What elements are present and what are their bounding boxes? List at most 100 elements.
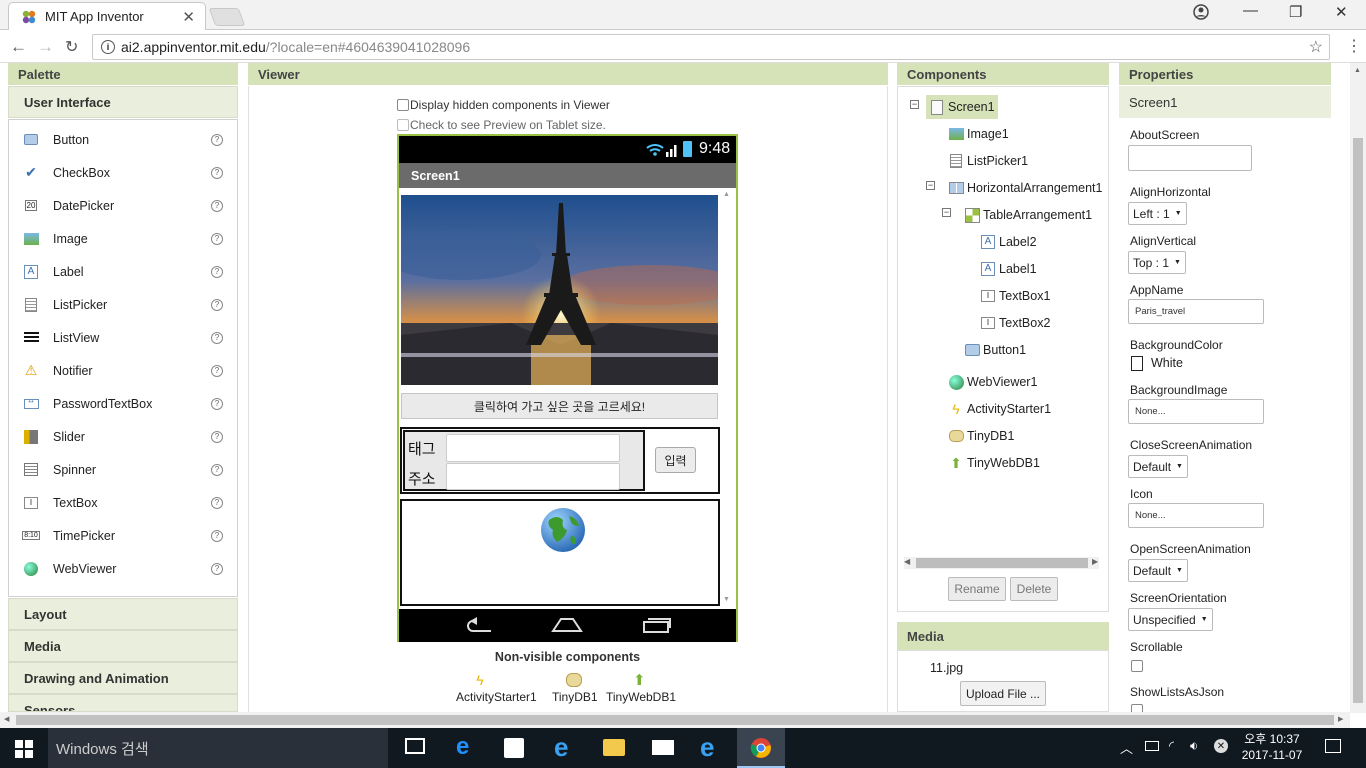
- components-scroll-thumb[interactable]: [916, 558, 1088, 568]
- palette-item-notifier[interactable]: ⚠ Notifier?: [9, 354, 237, 387]
- help-icon[interactable]: ?: [211, 133, 223, 146]
- prop-orientation-select[interactable]: Unspecified ▼: [1128, 608, 1213, 631]
- scroll-right-icon[interactable]: ▶: [1092, 557, 1098, 566]
- tablet-preview-checkbox[interactable]: [397, 119, 409, 131]
- tree-item-textbox1[interactable]: I TextBox1: [980, 286, 1050, 306]
- collapse-screen1[interactable]: −: [910, 100, 919, 109]
- collapse-horizontal[interactable]: −: [926, 181, 935, 190]
- restore-icon[interactable]: ❐: [1289, 3, 1302, 21]
- notification-x-icon[interactable]: ✕: [1214, 739, 1228, 753]
- palette-item-button[interactable]: Button?: [9, 123, 237, 156]
- tag-textbox[interactable]: [446, 434, 620, 462]
- address-bar[interactable]: i ai2.appinventor.mit.edu /?locale=en#46…: [92, 34, 1330, 60]
- help-icon[interactable]: ?: [211, 232, 223, 245]
- tree-item-webviewer1[interactable]: WebViewer1: [948, 372, 1037, 392]
- components-scrollbar[interactable]: ◀ ▶: [904, 557, 1099, 569]
- prop-alignv-select[interactable]: Top : 1 ▼: [1128, 251, 1186, 274]
- volume-icon[interactable]: 🔉︎: [1190, 738, 1198, 754]
- tree-item-horizontalarrangement1[interactable]: HorizontalArrangement1: [948, 178, 1103, 198]
- close-window-icon[interactable]: ✕: [1335, 3, 1348, 21]
- forward-arrow-icon[interactable]: →: [37, 37, 54, 57]
- close-tab-icon[interactable]: ✕: [182, 8, 195, 26]
- listpicker-button[interactable]: 클릭하여 가고 싶은 곳을 고르세요!: [401, 393, 718, 419]
- input-button[interactable]: 입력: [655, 447, 696, 473]
- chrome-taskbar-button[interactable]: [737, 728, 785, 768]
- prop-bgcolor-swatch[interactable]: [1131, 356, 1143, 371]
- help-icon[interactable]: ?: [211, 463, 223, 476]
- palette-item-slider[interactable]: Slider?: [9, 420, 237, 453]
- nonvisible-activitystarter[interactable]: ActivityStarter1: [456, 690, 537, 704]
- prop-bgimage-input[interactable]: None...: [1128, 399, 1264, 424]
- store-icon[interactable]: [504, 738, 524, 758]
- prop-alignh-select[interactable]: Left : 1 ▼: [1128, 202, 1187, 225]
- palette-item-spinner[interactable]: Spinner?: [9, 453, 237, 486]
- eiffel-tower-image[interactable]: [401, 195, 718, 385]
- palette-item-listview[interactable]: ListView?: [9, 321, 237, 354]
- help-icon[interactable]: ?: [211, 496, 223, 509]
- nonvisible-tinywebdb[interactable]: TinyWebDB1: [606, 690, 676, 704]
- phone-scroll-down-icon[interactable]: ▼: [723, 596, 730, 603]
- taskbar-clock[interactable]: 오후 10:37 2017-11-07: [1238, 731, 1306, 763]
- new-tab-button[interactable]: [208, 8, 246, 26]
- upload-file-button[interactable]: Upload File ...: [960, 681, 1046, 706]
- palette-item-webviewer[interactable]: WebViewer?: [9, 552, 237, 585]
- delete-button[interactable]: Delete: [1010, 577, 1058, 601]
- prop-openanim-select[interactable]: Default ▼: [1128, 559, 1188, 582]
- prop-scrollable-checkbox[interactable]: [1131, 660, 1143, 672]
- page-scroll-left-icon[interactable]: ◀: [4, 715, 9, 723]
- help-icon[interactable]: ?: [211, 199, 223, 212]
- palette-item-checkbox[interactable]: ✔ CheckBox?: [9, 156, 237, 189]
- tree-item-tablearrangement1[interactable]: TableArrangement1: [964, 205, 1092, 225]
- tree-item-activitystarter1[interactable]: ϟ ActivityStarter1: [948, 399, 1051, 419]
- task-view-icon[interactable]: [405, 738, 425, 754]
- bookmark-star-icon[interactable]: ☆: [1309, 37, 1323, 57]
- scroll-left-icon[interactable]: ◀: [904, 557, 910, 566]
- palette-category-layout[interactable]: Layout: [8, 598, 238, 630]
- ie-icon[interactable]: e: [554, 732, 568, 763]
- display-hidden-checkbox[interactable]: [397, 99, 409, 111]
- minimize-icon[interactable]: —: [1243, 2, 1258, 19]
- help-icon[interactable]: ?: [211, 298, 223, 311]
- help-icon[interactable]: ?: [211, 397, 223, 410]
- tree-item-tinywebdb1[interactable]: ⬆ TinyWebDB1: [948, 453, 1040, 473]
- help-icon[interactable]: ?: [211, 430, 223, 443]
- collapse-table[interactable]: −: [942, 208, 951, 217]
- palette-item-listpicker[interactable]: ListPicker?: [9, 288, 237, 321]
- tree-item-screen1[interactable]: Screen1: [929, 97, 995, 117]
- tray-chevron-icon[interactable]: ︿: [1120, 738, 1133, 757]
- prop-icon-input[interactable]: None...: [1128, 503, 1264, 528]
- windows-start-icon[interactable]: [15, 740, 33, 758]
- palette-item-image[interactable]: Image?: [9, 222, 237, 255]
- browser-tab[interactable]: MIT App Inventor ✕: [8, 2, 206, 30]
- tree-item-textbox2[interactable]: I TextBox2: [980, 313, 1050, 333]
- palette-category-media[interactable]: Media: [8, 630, 238, 662]
- page-scroll-right-icon[interactable]: ▶: [1338, 715, 1343, 723]
- prop-about-textarea[interactable]: [1128, 145, 1252, 171]
- page-hscroll-thumb[interactable]: [16, 715, 1334, 725]
- help-icon[interactable]: ?: [211, 265, 223, 278]
- tree-item-button1[interactable]: Button1: [964, 340, 1026, 360]
- profile-icon[interactable]: [1193, 4, 1209, 24]
- tree-item-label1[interactable]: A Label1: [980, 259, 1037, 279]
- network-icon[interactable]: ◜: [1169, 738, 1174, 754]
- edge-icon[interactable]: e: [456, 733, 469, 761]
- battery-tray-icon[interactable]: [1145, 741, 1159, 751]
- page-horizontal-scrollbar[interactable]: ◀ ▶: [0, 712, 1350, 728]
- page-vertical-scrollbar[interactable]: ▲: [1350, 63, 1366, 713]
- palette-item-label[interactable]: A Label?: [9, 255, 237, 288]
- palette-item-datepicker[interactable]: 20 DatePicker?: [9, 189, 237, 222]
- prop-showlists-checkbox[interactable]: [1131, 704, 1143, 712]
- phone-scroll-up-icon[interactable]: ▲: [723, 191, 730, 198]
- tree-item-image1[interactable]: Image1: [948, 124, 1009, 144]
- nonvisible-tinydb[interactable]: TinyDB1: [552, 690, 598, 704]
- palette-category-user-interface[interactable]: User Interface: [8, 86, 238, 118]
- reload-icon[interactable]: ↻: [65, 37, 78, 57]
- mail-icon[interactable]: [652, 740, 674, 755]
- prop-appname-input[interactable]: Paris_travel: [1128, 299, 1264, 324]
- menu-dots-icon[interactable]: ⋮: [1346, 36, 1362, 56]
- rename-button[interactable]: Rename: [948, 577, 1006, 601]
- palette-item-textbox[interactable]: I TextBox?: [9, 486, 237, 519]
- help-icon[interactable]: ?: [211, 562, 223, 575]
- help-icon[interactable]: ?: [211, 529, 223, 542]
- help-icon[interactable]: ?: [211, 166, 223, 179]
